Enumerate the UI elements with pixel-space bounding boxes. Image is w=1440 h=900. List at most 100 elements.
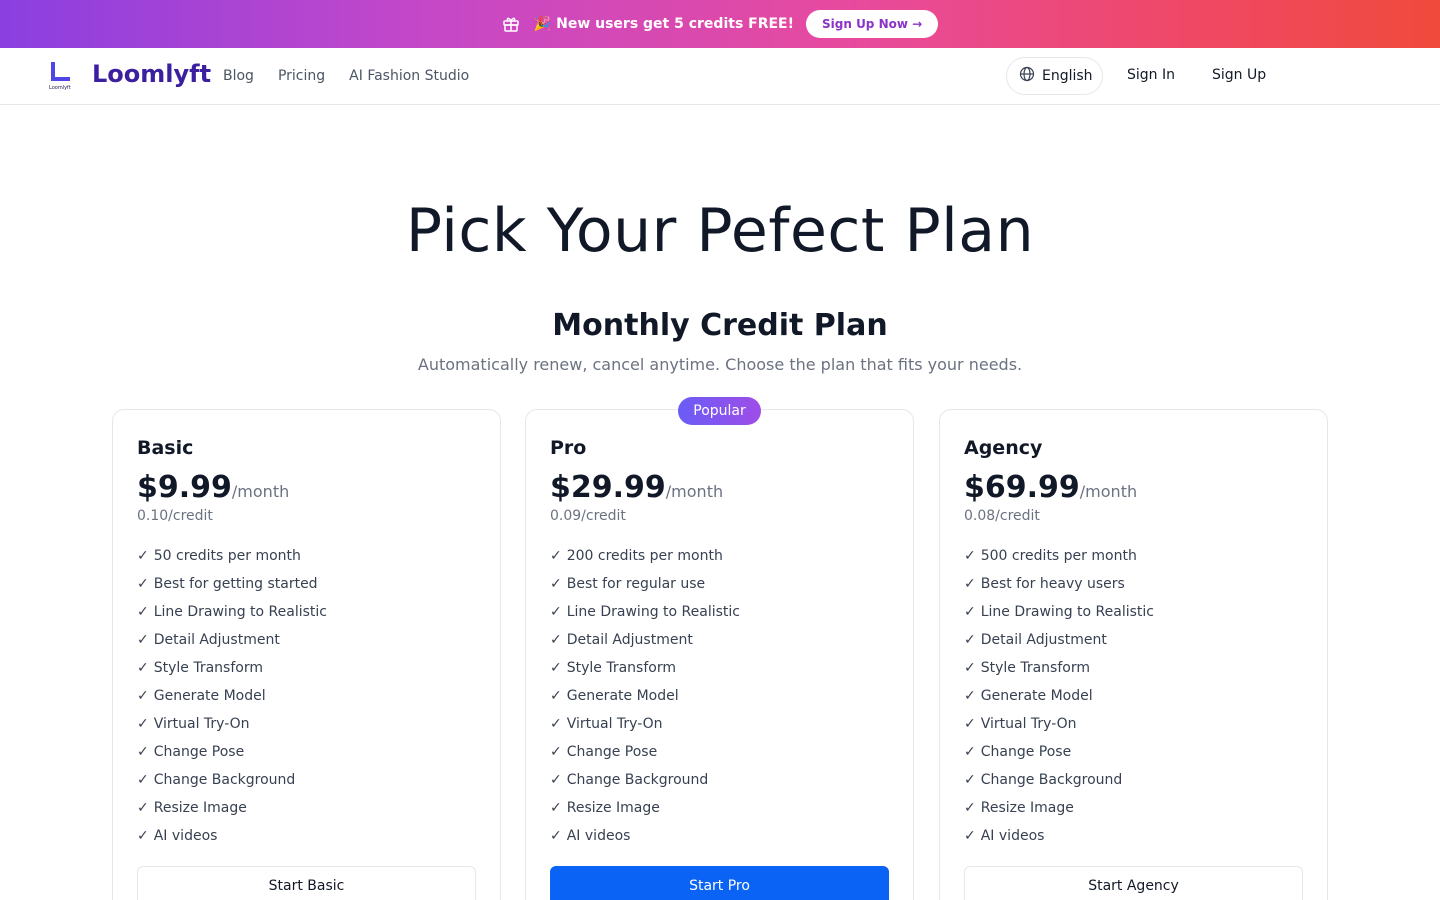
check-icon: ✓ (550, 548, 562, 564)
feature-item: ✓ 200 credits per month (550, 548, 723, 564)
check-icon: ✓ (550, 800, 562, 816)
check-icon: ✓ (137, 772, 149, 788)
plan-price: $9.99 (137, 470, 232, 505)
check-icon: ✓ (964, 828, 976, 844)
feature-item: ✓ Style Transform (137, 660, 263, 676)
plan-period: /month (665, 482, 724, 501)
feature-item: ✓ 500 credits per month (964, 548, 1137, 564)
check-icon: ✓ (964, 744, 976, 760)
check-icon: ✓ (964, 660, 976, 676)
plan-per-credit: 0.08/credit (964, 508, 1040, 524)
check-icon: ✓ (137, 828, 149, 844)
feature-item: ✓ AI videos (550, 828, 631, 844)
check-icon: ✓ (550, 688, 562, 704)
promo-message: 🎉 New users get 5 credits FREE! (533, 16, 794, 32)
feature-item: ✓ Detail Adjustment (137, 632, 280, 648)
nav-links: Blog Pricing AI Fashion Studio (223, 48, 469, 104)
feature-item: ✓ Resize Image (964, 800, 1074, 816)
feature-item: ✓ AI videos (964, 828, 1045, 844)
feature-item: ✓ 50 credits per month (137, 548, 301, 564)
check-icon: ✓ (137, 660, 149, 676)
plan-name: Basic (137, 437, 194, 459)
logo-icon[interactable]: Loomlyft (49, 62, 73, 92)
banner-sign-up-button[interactable]: Sign Up Now → (806, 10, 939, 38)
top-nav: Loomlyft Loomlyft Blog Pricing AI Fashio… (0, 48, 1440, 105)
nav-link-blog[interactable]: Blog (223, 68, 254, 84)
check-icon: ✓ (964, 576, 976, 592)
check-icon: ✓ (964, 632, 976, 648)
feature-item: ✓ Style Transform (964, 660, 1090, 676)
feature-item: ✓ Virtual Try-On (137, 716, 250, 732)
feature-list: ✓ 50 credits per month ✓ Best for getting … (137, 542, 327, 850)
sign-in-link[interactable]: Sign In (1127, 67, 1175, 83)
sign-up-link[interactable]: Sign Up (1212, 67, 1266, 83)
nav-link-ai-fashion-studio[interactable]: AI Fashion Studio (349, 68, 469, 84)
check-icon: ✓ (550, 632, 562, 648)
nav-link-pricing[interactable]: Pricing (278, 68, 325, 84)
check-icon: ✓ (137, 604, 149, 620)
popular-badge: Popular (678, 397, 761, 425)
feature-item: ✓ Detail Adjustment (964, 632, 1107, 648)
globe-icon (1019, 66, 1035, 86)
start-pro-button[interactable]: Start Pro (550, 866, 889, 900)
check-icon: ✓ (137, 576, 149, 592)
language-selector[interactable]: English (1006, 57, 1103, 95)
plan-price: $29.99 (550, 470, 666, 505)
plan-price: $69.99 (964, 470, 1080, 505)
feature-item: ✓ Virtual Try-On (550, 716, 663, 732)
page-title: Pick Your Pefect Plan (405, 196, 1035, 266)
plan-price-row: $69.99/month (964, 470, 1137, 505)
check-icon: ✓ (964, 548, 976, 564)
plan-section-subtitle: Automatically renew, cancel anytime. Cho… (417, 355, 1023, 374)
check-icon: ✓ (964, 772, 976, 788)
plan-period: /month (231, 482, 290, 501)
check-icon: ✓ (964, 604, 976, 620)
feature-item: ✓ Generate Model (550, 688, 679, 704)
plan-card-pro: Pro $29.99/month 0.09/credit ✓ 200 credit… (525, 409, 914, 900)
feature-item: ✓ Change Background (137, 772, 296, 788)
plan-price-row: $9.99/month (137, 470, 289, 505)
check-icon: ✓ (137, 716, 149, 732)
brand-name[interactable]: Loomlyft (92, 60, 211, 88)
check-icon: ✓ (550, 604, 562, 620)
language-label: English (1042, 68, 1093, 84)
check-icon: ✓ (137, 800, 149, 816)
feature-item: ✓ Detail Adjustment (550, 632, 693, 648)
feature-item: ✓ Style Transform (550, 660, 676, 676)
plan-name: Pro (550, 437, 587, 459)
plan-period: /month (1079, 482, 1138, 501)
feature-item: ✓ Change Pose (550, 744, 658, 760)
check-icon: ✓ (964, 800, 976, 816)
plan-section-title: Monthly Credit Plan (552, 308, 888, 343)
plan-per-credit: 0.10/credit (137, 508, 213, 524)
promo-banner: 🎉 New users get 5 credits FREE! Sign Up … (0, 0, 1440, 48)
logo-small-text: Loomlyft (49, 85, 71, 91)
check-icon: ✓ (550, 828, 562, 844)
feature-item: ✓ Best for heavy users (964, 576, 1125, 592)
plan-card-agency: Agency $69.99/month 0.08/credit ✓ 500 cre… (939, 409, 1328, 900)
check-icon: ✓ (137, 632, 149, 648)
check-icon: ✓ (137, 548, 149, 564)
feature-list: ✓ 500 credits per month ✓ Best for heavy u… (964, 542, 1154, 850)
feature-item: ✓ Resize Image (550, 800, 660, 816)
check-icon: ✓ (550, 576, 562, 592)
check-icon: ✓ (550, 772, 562, 788)
check-icon: ✓ (550, 716, 562, 732)
plan-name: Agency (964, 437, 1043, 459)
plan-price-row: $29.99/month (550, 470, 723, 505)
feature-list: ✓ 200 credits per month ✓ Best for regular… (550, 542, 740, 850)
feature-item: ✓ Change Pose (137, 744, 245, 760)
start-basic-button[interactable]: Start Basic (137, 866, 476, 900)
feature-item: ✓ Line Drawing to Realistic (964, 604, 1154, 620)
feature-item: ✓ Change Pose (964, 744, 1072, 760)
check-icon: ✓ (137, 688, 149, 704)
feature-item: ✓ Best for getting started (137, 576, 318, 592)
check-icon: ✓ (964, 716, 976, 732)
check-icon: ✓ (964, 688, 976, 704)
start-agency-button[interactable]: Start Agency (964, 866, 1303, 900)
feature-item: ✓ Line Drawing to Realistic (550, 604, 740, 620)
feature-item: ✓ Virtual Try-On (964, 716, 1077, 732)
plan-card-basic: Basic $9.99/month 0.10/credit ✓ 50 credit… (112, 409, 501, 900)
check-icon: ✓ (137, 744, 149, 760)
feature-item: ✓ Line Drawing to Realistic (137, 604, 327, 620)
